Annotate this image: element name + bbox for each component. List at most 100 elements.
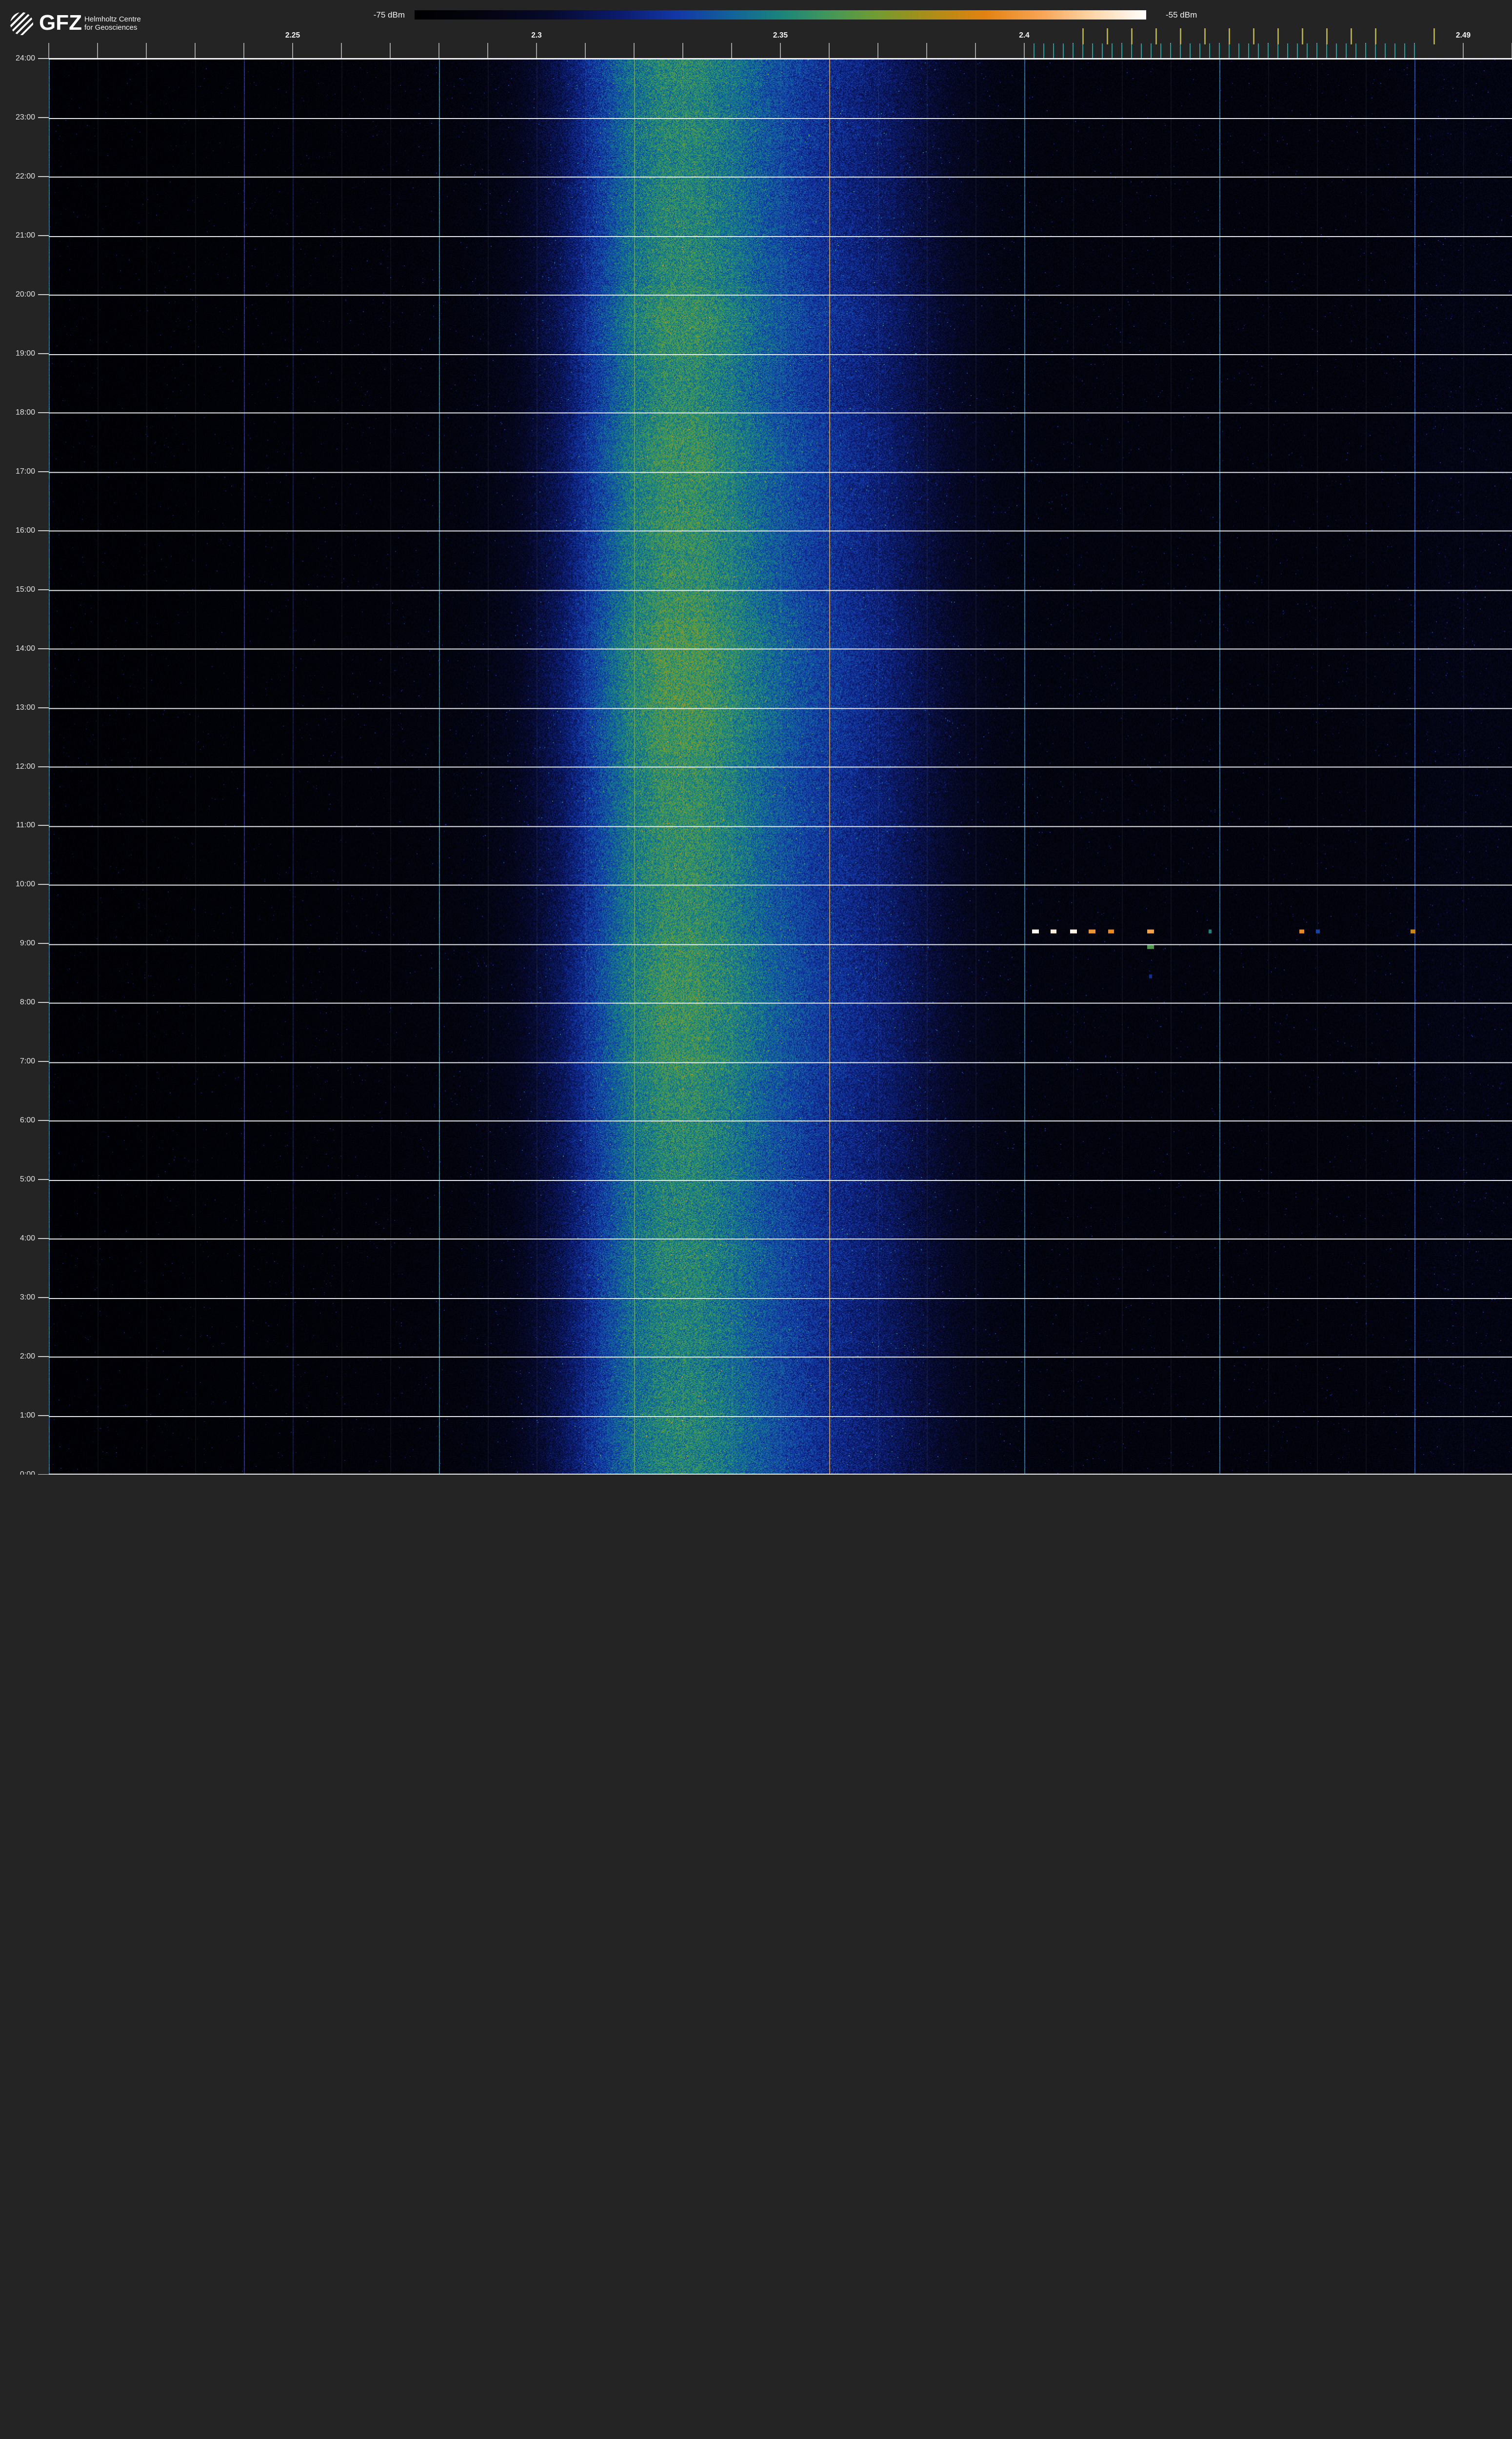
time-axis-tick [38, 1238, 49, 1239]
time-axis-tick [38, 825, 49, 826]
time-axis-label: 9:00 [20, 939, 35, 948]
time-axis-tick [38, 766, 49, 767]
freq-minor-tick [97, 43, 98, 58]
ble-channel-tick [1170, 43, 1171, 58]
gfz-logo-icon [10, 12, 33, 35]
ble-channel-tick [1307, 43, 1308, 58]
freq-axis-label: 2.25 [285, 31, 300, 40]
ble-channel-tick [1053, 43, 1054, 58]
freq-minor-tick [731, 43, 732, 58]
freq-minor-tick [634, 43, 635, 58]
time-axis-tick [38, 294, 49, 295]
time-axis-label: 24:00 [15, 54, 35, 62]
colorbar-max-label: -55 dBm [1166, 10, 1197, 20]
wifi-channel-tick [1351, 28, 1352, 44]
freq-minor-tick [390, 43, 391, 58]
ble-channel-tick [1297, 43, 1298, 58]
time-axis-label: 3:00 [20, 1293, 35, 1302]
wifi-channel-tick [1107, 28, 1108, 44]
time-axis-label: 4:00 [20, 1234, 35, 1243]
time-axis-tick [38, 1415, 49, 1417]
ble-channel-tick [1326, 43, 1327, 58]
time-axis-tick [38, 648, 49, 649]
ble-channel-tick [1199, 43, 1200, 58]
ble-channel-tick [1414, 43, 1415, 58]
ble-channel-tick [1219, 43, 1220, 58]
wifi-channel-tick [1204, 28, 1206, 44]
time-axis-label: 12:00 [15, 762, 35, 771]
time-axis-tick [38, 1002, 49, 1003]
ble-channel-tick [1385, 43, 1386, 58]
ble-channel-tick [1043, 43, 1044, 58]
ble-channel-tick [1277, 43, 1278, 58]
time-axis-tick [38, 884, 49, 885]
ble-channel-tick [1346, 43, 1347, 58]
time-axis-tick [38, 1061, 49, 1062]
ble-channel-tick [1160, 43, 1161, 58]
ble-channel-tick [1092, 43, 1093, 58]
ble-channel-tick [1209, 43, 1210, 58]
wifi-channel-tick [1082, 28, 1084, 44]
ble-channel-tick [1287, 43, 1288, 58]
ble-channel-tick [1190, 43, 1191, 58]
time-axis-label: 23:00 [15, 113, 35, 121]
ble-channel-tick [1375, 43, 1376, 58]
time-axis-tick [38, 412, 49, 413]
time-axis-label: 21:00 [15, 231, 35, 240]
time-axis-label: 11:00 [16, 821, 35, 830]
time-axis-tick [38, 1297, 49, 1299]
time-axis-tick [38, 530, 49, 531]
time-axis-label: 8:00 [20, 998, 35, 1007]
freq-minor-tick [243, 43, 244, 58]
ble-channel-tick [1082, 43, 1083, 58]
ble-channel-tick [1365, 43, 1366, 58]
colorbar-min-label: -75 dBm [373, 10, 405, 20]
freq-minor-tick [292, 43, 293, 58]
wifi-channel-tick [1180, 28, 1181, 44]
time-axis-label: 16:00 [15, 526, 35, 535]
ble-channel-tick [1180, 43, 1181, 58]
time-axis-label: 20:00 [15, 290, 35, 299]
freq-minor-tick [146, 43, 147, 58]
freq-axis-label: 2.4 [1019, 31, 1030, 40]
wifi-channel-tick [1253, 28, 1254, 44]
freq-minor-tick [536, 43, 537, 58]
ble-channel-tick [1355, 43, 1356, 58]
gfz-logo-subtitle: Helmholtz Centre for Geosciences [84, 15, 141, 32]
time-axis-label: 6:00 [20, 1116, 35, 1125]
time-axis-tick [38, 1120, 49, 1121]
ble-channel-tick [1229, 43, 1230, 58]
freq-axis-label: 2.49 [1455, 31, 1471, 40]
freq-minor-tick [487, 43, 488, 58]
time-axis-label: 14:00 [15, 644, 35, 653]
time-axis-label: 5:00 [20, 1175, 35, 1184]
time-axis-label: 22:00 [15, 172, 35, 180]
spectrogram-canvas [49, 59, 1512, 1475]
ble-channel-tick [1151, 43, 1152, 58]
ble-channel-tick [1394, 43, 1395, 58]
time-axis-tick [38, 117, 49, 118]
wifi-channel-tick [1155, 28, 1157, 44]
freq-minor-tick [926, 43, 927, 58]
ble-channel-tick [1268, 43, 1269, 58]
time-axis-tick [38, 471, 49, 472]
ble-channel-tick [1112, 43, 1113, 58]
colorbar [415, 10, 1146, 20]
ble-channel-tick [1238, 43, 1239, 58]
time-axis-tick [38, 353, 49, 354]
time-axis-label: 1:00 [20, 1411, 35, 1420]
freq-minor-tick [780, 43, 781, 58]
time-axis-tick [38, 1356, 49, 1358]
time-axis-tick [38, 176, 49, 177]
freq-minor-tick [341, 43, 342, 58]
freq-minor-tick [438, 43, 439, 58]
wifi-channel-tick [1131, 28, 1133, 44]
ble-channel-tick [1034, 43, 1035, 58]
wifi-channel-tick [1277, 28, 1279, 44]
ble-channel-tick [1121, 43, 1122, 58]
ble-channel-tick [1258, 43, 1259, 58]
time-axis-tick [38, 235, 49, 236]
freq-minor-tick [1024, 43, 1025, 58]
ble-channel-tick [1141, 43, 1142, 58]
time-axis-label: 19:00 [15, 349, 35, 358]
